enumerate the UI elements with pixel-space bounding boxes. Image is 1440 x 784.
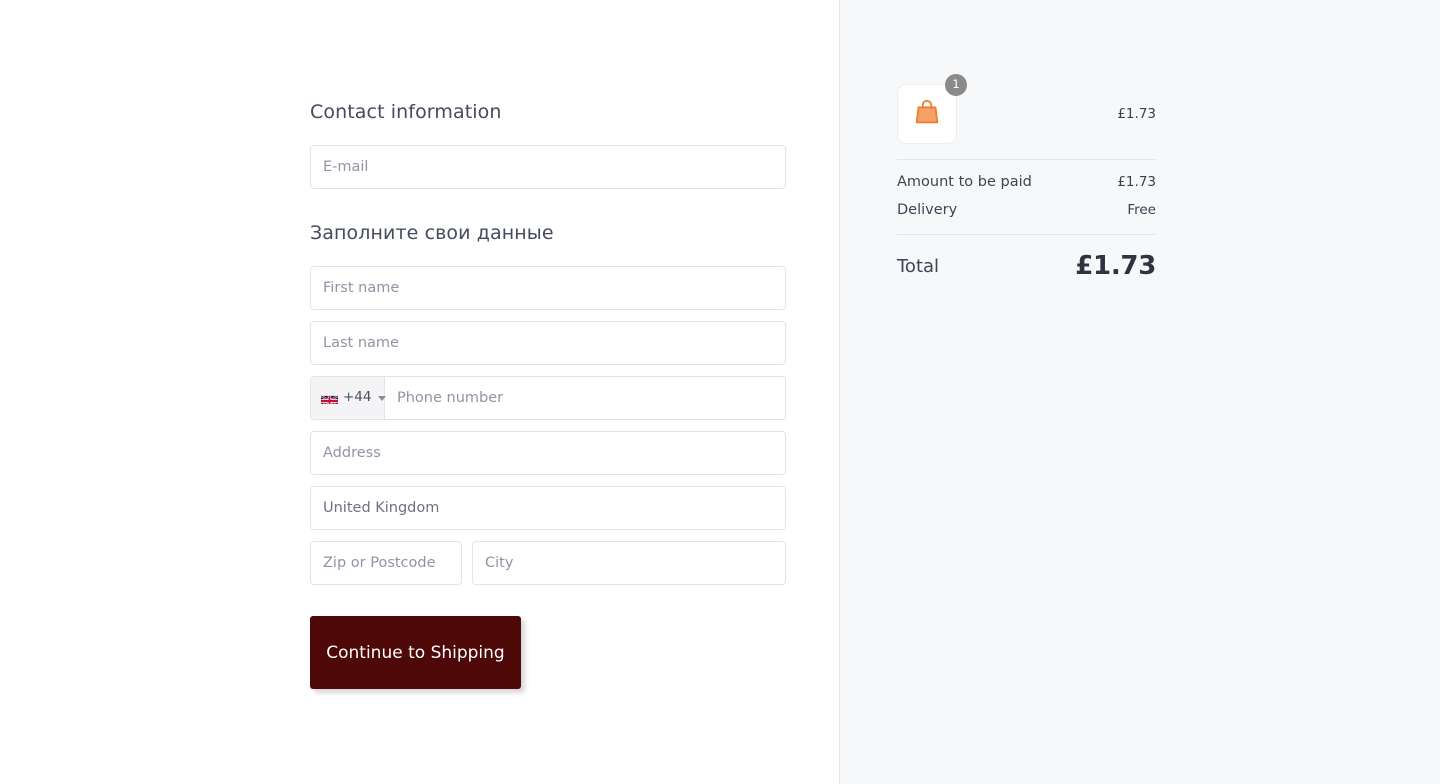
cart-item-thumbnail[interactable]: 1 bbox=[897, 74, 967, 144]
summary-divider-bottom bbox=[897, 234, 1156, 235]
personal-details-heading: Заполните свои данные bbox=[310, 222, 554, 244]
checkout-form-pane: Contact information E-mail Заполните сво… bbox=[0, 0, 840, 784]
zip-city-row: Zip or Postcode City bbox=[310, 541, 786, 585]
checkout-page: Contact information E-mail Заполните сво… bbox=[0, 0, 1440, 784]
country-dial-code-selector[interactable]: +44 bbox=[311, 377, 386, 419]
phone-number-placeholder: Phone number bbox=[397, 389, 504, 406]
zip-postcode-placeholder: Zip or Postcode bbox=[323, 554, 436, 571]
order-summary: 1 £1.73 Amount to be paid £1.73 Delivery… bbox=[897, 74, 1156, 281]
contact-information-heading: Contact information bbox=[310, 101, 502, 123]
zip-postcode-field[interactable]: Zip or Postcode bbox=[310, 541, 462, 585]
cart-item-price: £1.73 bbox=[1117, 106, 1156, 122]
summary-label-amount: Amount to be paid bbox=[897, 174, 1032, 190]
first-name-placeholder: First name bbox=[323, 279, 400, 296]
city-field[interactable]: City bbox=[472, 541, 786, 585]
summary-label-delivery: Delivery bbox=[897, 202, 958, 218]
city-placeholder: City bbox=[485, 554, 514, 571]
summary-total-label: Total bbox=[897, 255, 940, 277]
order-summary-pane: 1 £1.73 Amount to be paid £1.73 Delivery… bbox=[840, 0, 1440, 784]
cart-item-row: 1 £1.73 bbox=[897, 74, 1156, 147]
summary-row-amount: Amount to be paid £1.73 bbox=[897, 174, 1156, 190]
country-placeholder: United Kingdom bbox=[323, 499, 440, 516]
shopping-bag-icon bbox=[912, 97, 942, 131]
email-placeholder: E-mail bbox=[323, 158, 369, 175]
phone-number-input[interactable]: Phone number bbox=[385, 391, 785, 406]
last-name-field[interactable]: Last name bbox=[310, 321, 786, 365]
continue-to-shipping-button[interactable]: Continue to Shipping bbox=[310, 616, 521, 689]
cart-item-quantity-badge: 1 bbox=[945, 74, 967, 96]
first-name-field[interactable]: First name bbox=[310, 266, 786, 310]
email-field[interactable]: E-mail bbox=[310, 145, 786, 189]
summary-value-amount: £1.73 bbox=[1117, 174, 1156, 190]
country-field[interactable]: United Kingdom bbox=[310, 486, 786, 530]
phone-number-field[interactable]: +44 Phone number bbox=[310, 376, 786, 420]
uk-flag-icon bbox=[321, 392, 338, 404]
summary-divider-top bbox=[897, 159, 1156, 160]
summary-value-delivery: Free bbox=[1127, 202, 1156, 218]
address-field[interactable]: Address bbox=[310, 431, 786, 475]
checkout-form: Contact information E-mail Заполните сво… bbox=[310, 100, 786, 689]
address-placeholder: Address bbox=[323, 444, 381, 461]
summary-total-value: £1.73 bbox=[1075, 251, 1156, 281]
dial-code-label: +44 bbox=[343, 389, 372, 406]
summary-row-delivery: Delivery Free bbox=[897, 202, 1156, 218]
summary-total-row: Total £1.73 bbox=[897, 251, 1156, 281]
last-name-placeholder: Last name bbox=[323, 334, 399, 351]
